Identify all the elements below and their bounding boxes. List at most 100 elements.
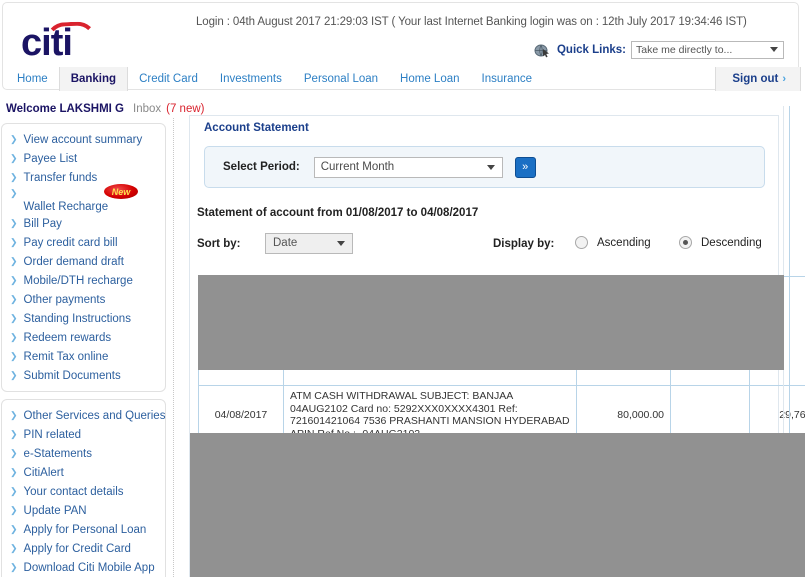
chevron-down-icon	[486, 164, 495, 170]
sidebar-item-label: Standing Instructions	[23, 312, 131, 325]
inbox-link[interactable]: Inbox	[133, 103, 161, 115]
new-badge: New	[104, 184, 138, 199]
chevron-right-icon: ›	[782, 73, 786, 85]
sidebar: ❯ View account summary ❯ Payee List ❯ Tr…	[1, 123, 166, 577]
chevron-down-icon	[337, 241, 345, 246]
chevron-right-icon: ❯	[10, 294, 18, 304]
quick-links-row: Quick Links: Take me directly to...	[534, 40, 784, 60]
quick-links-select[interactable]: Take me directly to...	[631, 41, 784, 59]
sidebar-item-payee-list[interactable]: ❯ Payee List	[2, 149, 165, 168]
sign-out-label: Sign out	[732, 73, 779, 85]
sidebar-item-label: Order demand draft	[23, 255, 124, 268]
sidebar-item-label: Your contact details	[23, 485, 124, 498]
sidebar-item-mobile-dth-recharge[interactable]: ❯ Mobile/DTH recharge	[2, 271, 165, 290]
nav-item-banking[interactable]: Banking	[58, 67, 129, 91]
sidebar-item-download-citi-mobile-app[interactable]: ❯ Download Citi Mobile App	[2, 558, 165, 577]
chevron-right-icon: ❯	[10, 370, 18, 380]
nav-item-personal-loan[interactable]: Personal Loan	[293, 67, 389, 91]
nav-item-home-loan[interactable]: Home Loan	[389, 67, 470, 91]
statement-range-text: Statement of account from 01/08/2017 to …	[197, 207, 479, 219]
sidebar-item-bill-pay[interactable]: ❯ Bill Pay	[2, 214, 165, 233]
chevron-right-icon: ❯	[10, 524, 18, 534]
sidebar-item-citialert[interactable]: ❯ CitiAlert	[2, 463, 165, 482]
welcome-greeting: Welcome LAKSHMI G	[6, 103, 124, 115]
sidebar-item-other-payments[interactable]: ❯ Other payments	[2, 290, 165, 309]
login-info-line: Login : 04th August 2017 21:29:03 IST ( …	[196, 16, 747, 28]
sidebar-item-standing-instructions[interactable]: ❯ Standing Instructions	[2, 309, 165, 328]
sidebar-item-label: Mobile/DTH recharge	[23, 274, 133, 287]
sidebar-item-pin-related[interactable]: ❯ PIN related	[2, 425, 165, 444]
sort-by-value: Date	[273, 237, 298, 249]
sort-and-display-row: Sort by: Date Display by: Ascending Desc…	[197, 232, 767, 260]
chevron-right-icon: ❯	[10, 448, 18, 458]
citi-logo[interactable]: citi	[21, 21, 141, 65]
select-period-value: Current Month	[320, 160, 395, 173]
sidebar-item-apply-for-personal-loan[interactable]: ❯ Apply for Personal Loan	[2, 520, 165, 539]
sidebar-item-redeem-rewards[interactable]: ❯ Redeem rewards	[2, 328, 165, 347]
chevron-right-icon: ❯	[10, 313, 18, 323]
chevron-right-icon: ❯	[10, 172, 18, 182]
sidebar-item-label: PIN related	[23, 428, 82, 441]
sidebar-item-view-account-summary[interactable]: ❯ View account summary	[2, 130, 165, 149]
sidebar-group-banking: ❯ View account summary ❯ Payee List ❯ Tr…	[1, 123, 166, 392]
inbox-new-count[interactable]: (7 new)	[166, 103, 204, 115]
chevron-right-icon: ❯	[10, 429, 18, 439]
sidebar-item-transfer-funds[interactable]: ❯ Transfer funds	[2, 168, 165, 187]
chevron-right-icon: ❯	[10, 153, 18, 163]
sidebar-item-label: Transfer funds	[23, 171, 98, 184]
sidebar-item-label: Wallet Recharge	[23, 201, 109, 213]
select-period-dropdown[interactable]: Current Month	[313, 156, 503, 178]
sidebar-item-label: Bill Pay	[23, 217, 62, 230]
sidebar-item-label: Update PAN	[23, 504, 87, 517]
sign-out-button[interactable]: Sign out ›	[715, 67, 801, 91]
sidebar-item-other-services-and-queries[interactable]: ❯ Other Services and Queries	[2, 406, 165, 425]
select-period-label: Select Period:	[223, 161, 300, 173]
radio-descending-button[interactable]	[679, 236, 692, 249]
nav-item-credit-card[interactable]: Credit Card	[128, 67, 209, 91]
chevron-right-icon: ❯	[10, 275, 18, 285]
sidebar-item-order-demand-draft[interactable]: ❯ Order demand draft	[2, 252, 165, 271]
chevron-right-icon: ❯	[10, 134, 18, 144]
go-button[interactable]: »	[514, 156, 536, 178]
sort-by-dropdown[interactable]: Date	[265, 233, 353, 254]
sidebar-item-wallet-recharge[interactable]: ❯ Wallet Recharge New	[2, 184, 165, 214]
sidebar-item-your-contact-details[interactable]: ❯ Your contact details	[2, 482, 165, 501]
sidebar-divider	[173, 118, 175, 577]
nav-item-home[interactable]: Home	[6, 67, 59, 91]
chevron-right-icon: ❯	[10, 237, 18, 247]
sidebar-item-pay-credit-card-bill[interactable]: ❯ Pay credit card bill	[2, 233, 165, 252]
sidebar-item-apply-for-credit-card[interactable]: ❯ Apply for Credit Card	[2, 539, 165, 558]
nav-item-insurance[interactable]: Insurance	[471, 67, 544, 91]
sidebar-item-update-pan[interactable]: ❯ Update PAN	[2, 501, 165, 520]
page-right-rule	[789, 106, 790, 433]
sidebar-item-label: Redeem rewards	[23, 331, 112, 344]
sidebar-item-label: Other payments	[23, 293, 106, 306]
sidebar-item-submit-documents[interactable]: ❯ Submit Documents	[2, 366, 165, 385]
display-by-label: Display by:	[493, 238, 555, 250]
chevron-right-icon: ❯	[10, 486, 18, 496]
radio-descending[interactable]: Descending	[679, 236, 762, 249]
chevron-right-icon: ❯	[10, 410, 18, 420]
chevron-right-icon: ❯	[10, 467, 18, 477]
radio-ascending-button[interactable]	[575, 236, 588, 249]
chevron-down-icon	[770, 47, 778, 52]
nav-item-investments[interactable]: Investments	[209, 67, 293, 91]
sidebar-group-services: ❯ Other Services and Queries ❯ PIN relat…	[1, 399, 166, 577]
sidebar-item-label: Apply for Personal Loan	[23, 523, 147, 536]
select-period-bar: Select Period: Current Month »	[204, 146, 765, 188]
chevron-right-icon: ❯	[10, 351, 18, 361]
chevron-right-icon: ❯	[10, 562, 18, 572]
sidebar-item-remit-tax-online[interactable]: ❯ Remit Tax online	[2, 347, 165, 366]
sidebar-item-label: Apply for Credit Card	[23, 542, 131, 555]
header-card: citi Login : 04th August 2017 21:29:03 I…	[2, 2, 801, 93]
chevron-right-icon: ❯	[10, 543, 18, 553]
sidebar-item-label: Download Citi Mobile App	[23, 561, 155, 574]
sidebar-item-e-statements[interactable]: ❯ e-Statements	[2, 444, 165, 463]
sidebar-item-label: Other Services and Queries	[23, 409, 166, 422]
panel-right-border	[783, 106, 784, 433]
page-title: Account Statement	[204, 122, 309, 134]
sidebar-item-label: Pay credit card bill	[23, 236, 118, 249]
radio-ascending[interactable]: Ascending	[575, 236, 651, 249]
chevron-right-icon: ❯	[10, 332, 18, 342]
